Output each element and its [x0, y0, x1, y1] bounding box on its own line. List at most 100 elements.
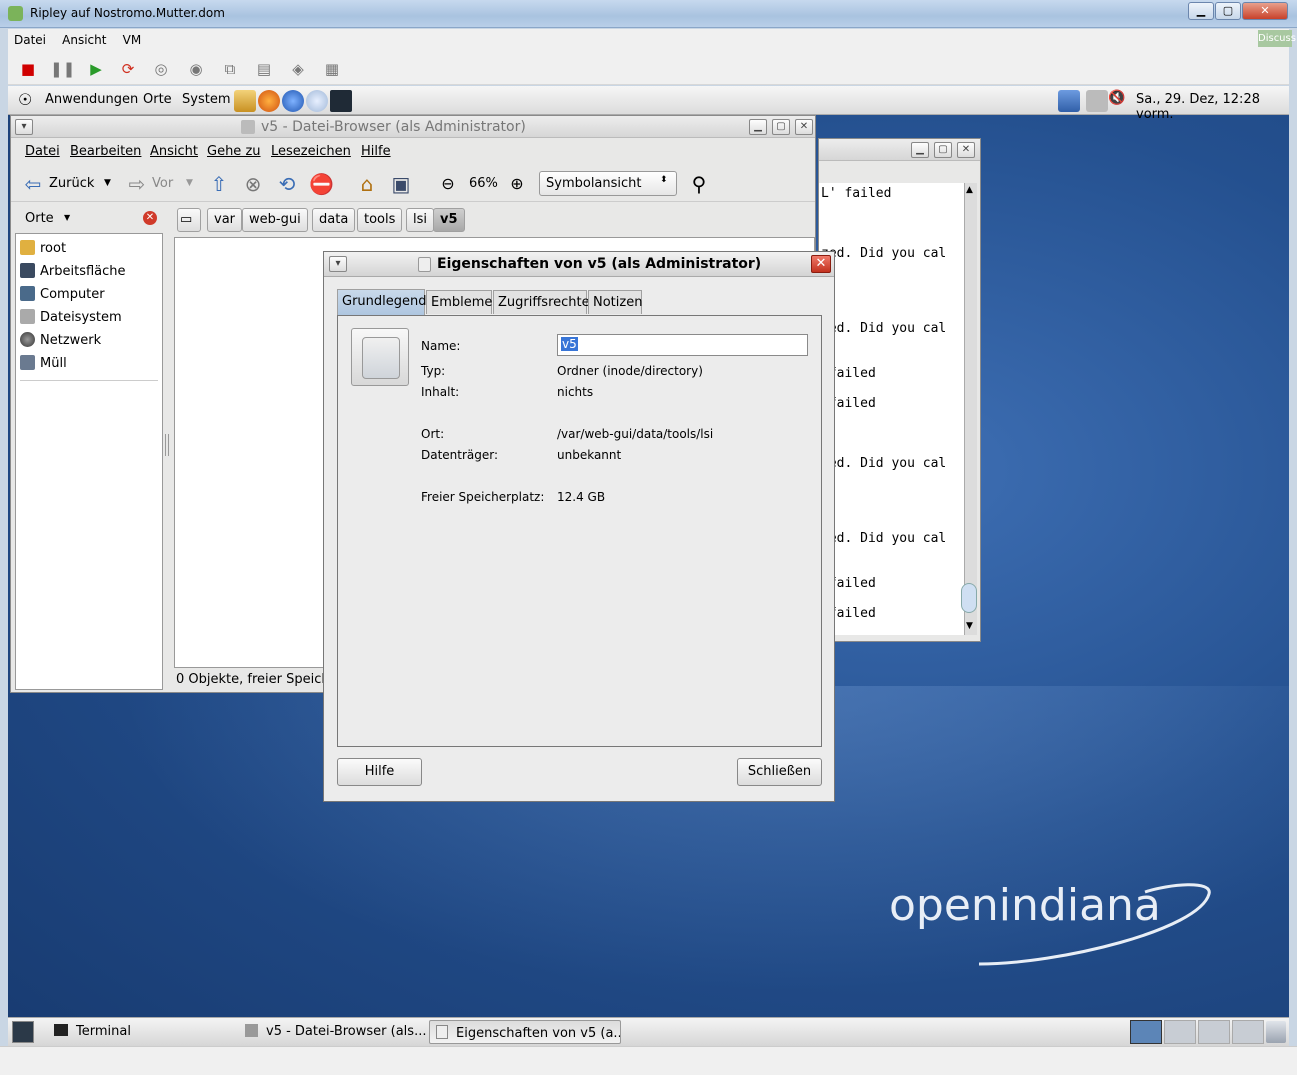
- forward-history-dropdown-icon[interactable]: ▼: [186, 178, 193, 188]
- menu-ansicht[interactable]: Ansicht: [56, 29, 112, 47]
- terminal-output[interactable]: L' failed zed. Did you cal zed. Did you …: [819, 183, 964, 635]
- back-button[interactable]: Zurück: [49, 176, 94, 191]
- dialog-titlebar[interactable]: ▾ Eigenschaften von v5 (als Administrato…: [324, 252, 834, 277]
- workspace-1[interactable]: [1130, 1020, 1162, 1044]
- fb-menu-datei[interactable]: Datei: [25, 144, 60, 159]
- taskbar-item-file-browser[interactable]: v5 - Datei-Browser (als...: [239, 1020, 427, 1044]
- workspace-3[interactable]: [1198, 1020, 1230, 1044]
- tab-notizen[interactable]: Notizen: [588, 290, 642, 314]
- back-arrow-icon[interactable]: ⇦: [21, 172, 45, 196]
- zoom-in-icon[interactable]: ⊕: [505, 172, 529, 196]
- volume-muted-icon[interactable]: 🔇: [1108, 90, 1130, 112]
- zoom-out-icon[interactable]: ⊖: [436, 172, 460, 196]
- suspend-icon[interactable]: ❚❚: [50, 59, 75, 79]
- sidebar-places-dropdown[interactable]: Orte: [25, 211, 54, 226]
- name-input[interactable]: v5: [557, 334, 808, 356]
- help-button[interactable]: Hilfe: [337, 758, 422, 786]
- taskbar-item-properties[interactable]: Eigenschaften von v5 (a...: [429, 1020, 621, 1044]
- sidebar-item-network[interactable]: Netzwerk: [20, 332, 101, 354]
- fb-minimize-button[interactable]: ▁: [749, 119, 767, 135]
- firefox-launcher-icon[interactable]: [258, 90, 280, 112]
- properties-dialog[interactable]: ▾ Eigenschaften von v5 (als Administrato…: [323, 251, 835, 802]
- pane-resize-handle[interactable]: [165, 434, 169, 456]
- terminal-scrollbar[interactable]: ▲ ▼: [961, 183, 977, 635]
- fb-menu-gehe-zu[interactable]: Gehe zu: [207, 144, 261, 159]
- reset-icon[interactable]: ⟳: [118, 59, 138, 79]
- forward-button[interactable]: Vor: [152, 176, 173, 191]
- discuss-badge[interactable]: Discuss: [1258, 30, 1296, 47]
- sidebar-item-trash[interactable]: Müll: [20, 355, 67, 377]
- terminal-maximize-button[interactable]: ▢: [934, 142, 952, 158]
- terminal-titlebar[interactable]: ▁ ▢ ✕: [819, 139, 980, 161]
- stop-icon[interactable]: ⊗: [241, 172, 265, 196]
- terminal-launcher-icon[interactable]: [330, 90, 352, 112]
- path-button[interactable]: web-gui: [242, 208, 308, 232]
- scroll-thumb[interactable]: [961, 583, 977, 613]
- sidebar-item-filesystem[interactable]: Dateisystem: [20, 309, 122, 331]
- view-fullscreen-icon[interactable]: ▤: [254, 59, 274, 79]
- tab-zugriffsrechte[interactable]: Zugriffsrechte: [493, 290, 590, 314]
- close-button[interactable]: ✕: [1242, 2, 1288, 20]
- admin-folder-icon[interactable]: ⛔: [309, 172, 334, 196]
- dialog-close-button[interactable]: ✕: [811, 255, 831, 273]
- maximize-button[interactable]: ▢: [1215, 2, 1241, 20]
- workspace-2[interactable]: [1164, 1020, 1196, 1044]
- window-menu-button[interactable]: ▾: [15, 119, 33, 135]
- show-desktop-icon[interactable]: [12, 1021, 34, 1043]
- minimize-button[interactable]: ▁: [1188, 2, 1214, 20]
- path-button[interactable]: data: [312, 208, 356, 232]
- path-root-drive-icon[interactable]: ▭: [177, 208, 201, 232]
- panel-menu-system[interactable]: System: [182, 92, 230, 107]
- fb-close-button[interactable]: ✕: [795, 119, 813, 135]
- path-button[interactable]: tools: [357, 208, 403, 232]
- revert-snapshot-icon[interactable]: ◉: [186, 59, 206, 79]
- close-dialog-button[interactable]: Schließen: [737, 758, 822, 786]
- taskbar-item-terminal[interactable]: Terminal: [48, 1020, 228, 1044]
- fb-maximize-button[interactable]: ▢: [772, 119, 790, 135]
- thunderbird-launcher-icon[interactable]: [282, 90, 304, 112]
- snapshot-icon[interactable]: ◎: [151, 59, 171, 79]
- fb-menu-hilfe[interactable]: Hilfe: [361, 144, 391, 159]
- terminal-close-button[interactable]: ✕: [957, 142, 975, 158]
- dialog-window-menu-button[interactable]: ▾: [329, 256, 347, 272]
- back-history-dropdown-icon[interactable]: ▼: [104, 178, 111, 188]
- printer-icon[interactable]: [1086, 90, 1108, 112]
- view-unity-icon[interactable]: ◈: [288, 59, 308, 79]
- menu-datei[interactable]: Datei: [8, 29, 52, 47]
- file-browser-titlebar[interactable]: ▾ v5 - Datei-Browser (als Administrator)…: [11, 116, 815, 138]
- forward-arrow-icon[interactable]: ⇨: [125, 172, 149, 196]
- terminal-minimize-button[interactable]: ▁: [911, 142, 929, 158]
- tab-grundlegend[interactable]: Grundlegend: [337, 289, 427, 315]
- menu-vm[interactable]: VM: [117, 29, 148, 47]
- sidebar-dropdown-icon[interactable]: ▼: [64, 213, 70, 222]
- sidebar-item-computer[interactable]: Computer: [20, 286, 105, 308]
- sidebar-item-desktop[interactable]: Arbeitsfläche: [20, 263, 126, 285]
- path-button-current[interactable]: v5: [433, 208, 465, 232]
- path-button[interactable]: lsi: [406, 208, 434, 232]
- network-status-icon[interactable]: [1058, 90, 1080, 112]
- view-console-icon[interactable]: ▦: [322, 59, 342, 79]
- home-launcher-icon[interactable]: [234, 90, 256, 112]
- home-icon[interactable]: ⌂: [355, 172, 379, 196]
- scroll-down-icon[interactable]: ▼: [966, 621, 973, 631]
- reload-icon[interactable]: ⟲: [275, 172, 299, 196]
- view-mode-select[interactable]: Symbolansicht ⬍: [539, 171, 677, 196]
- sidebar-close-icon[interactable]: ✕: [143, 211, 157, 225]
- scroll-up-icon[interactable]: ▲: [966, 185, 973, 195]
- terminal-window[interactable]: ▁ ▢ ✕ L' failed zed. Did you cal zed. Di…: [818, 138, 981, 642]
- update-manager-icon[interactable]: [306, 90, 328, 112]
- workspace-4[interactable]: [1232, 1020, 1264, 1044]
- folder-icon[interactable]: [351, 328, 409, 386]
- panel-menu-orte[interactable]: Orte: [143, 92, 172, 107]
- search-icon[interactable]: ⚲: [687, 172, 711, 196]
- tab-embleme[interactable]: Embleme: [426, 290, 492, 314]
- up-arrow-icon[interactable]: ⇧: [207, 172, 231, 196]
- snapshot-manager-icon[interactable]: ⧉: [220, 59, 240, 79]
- computer-icon[interactable]: ▣: [389, 172, 413, 196]
- trash-applet-icon[interactable]: [1266, 1021, 1286, 1043]
- panel-menu-anwendungen[interactable]: Anwendungen: [45, 92, 138, 107]
- power-off-icon[interactable]: ■: [18, 59, 38, 79]
- panel-clock[interactable]: Sa., 29. Dez, 12:28 vorm.: [1136, 92, 1289, 122]
- fb-menu-bearbeiten[interactable]: Bearbeiten: [70, 144, 141, 159]
- fb-menu-lesezeichen[interactable]: Lesezeichen: [271, 144, 351, 159]
